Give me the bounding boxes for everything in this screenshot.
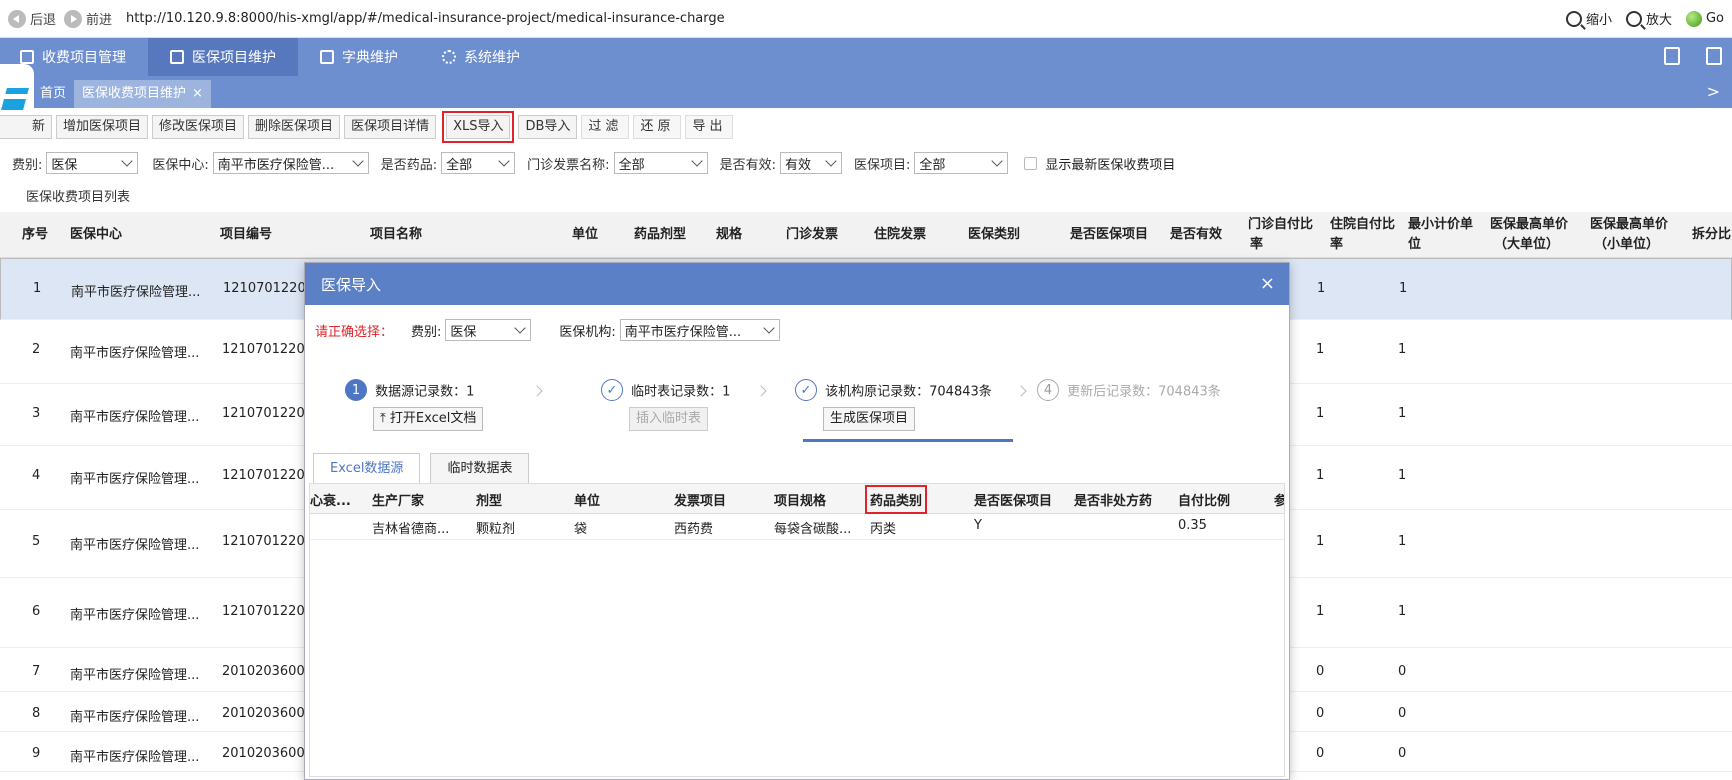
zoom-out-button[interactable]: 缩小 [1565,9,1612,28]
address-bar[interactable]: http://10.120.9.8:8000/his-xmgl/app/#/me… [126,11,725,26]
dialog-title: 医保导入 [321,275,382,294]
menu-system[interactable]: 系统维护 [420,38,542,76]
tab-excel-source[interactable]: Excel数据源 [313,453,421,483]
tab-temp-table[interactable]: 临时数据表 [430,453,530,483]
chevron-down-icon [825,155,837,167]
step-separator-icon [1015,385,1027,397]
edit-insurance-item-button[interactable]: 修改医保项目 [152,115,245,139]
grid-header: 序号 医保中心 项目编号 项目名称 单位 药品剂型 规格 门诊发票 住院发票 医… [0,212,1732,258]
browser-toolbar: 后退 前进 http://10.120.9.8:8000/his-xmgl/ap… [0,0,1732,38]
tab-insurance-charge[interactable]: 医保收费项目维护 × [74,80,211,108]
app-menu-bar: 收费项目管理 医保项目维护 字典维护 系统维护 [0,38,1732,76]
chevron-down-icon [763,322,775,334]
chevron-down-icon [991,155,1004,167]
zoom-in-button[interactable]: 放大 [1625,9,1672,28]
is-valid-select[interactable]: 有效 [779,152,842,174]
fee-type-select[interactable]: 医保 [46,152,139,174]
is-drug-select[interactable]: 全部 [441,152,516,174]
open-excel-button[interactable]: ⤒ 打开Excel文档 [373,407,484,431]
db-import-button[interactable]: DB导入 [518,115,578,139]
back-button[interactable]: 后退 [8,9,56,28]
add-insurance-item-button[interactable]: 增加医保项目 [56,115,149,139]
chevron-down-icon [690,155,703,167]
chevron-down-icon [514,322,527,334]
chevron-right-icon[interactable]: > [1707,82,1720,101]
dialog-options: 请正确选择： 费别: 医保 医保机构: 南平市医疗保险管... [315,319,780,341]
notepad-icon[interactable] [1664,47,1680,65]
insurance-project-select[interactable]: 全部 [914,152,1009,174]
settings-icon[interactable] [1706,47,1722,65]
gear-icon [442,50,456,64]
step-number: 1 [345,379,367,401]
list-title: 医保收费项目列表 [26,190,131,205]
forward-button[interactable]: 前进 [64,9,112,28]
forward-arrow-icon [64,9,83,28]
close-icon[interactable]: × [1260,273,1275,294]
step-2: ✓ 临时表记录数：1 插入临时表 [601,379,730,431]
restore-button[interactable]: 还原 [633,115,682,139]
check-icon: ✓ [795,379,817,401]
book-icon [320,50,334,64]
excel-data-grid: 心衰... 生产厂家 剂型 单位 发票项目 项目规格 药品类别 是否医保项目 是… [309,483,1285,777]
insurance-import-dialog: 医保导入 × 请正确选择： 费别: 医保 医保机构: 南平市医疗保险管... 1… [304,262,1290,780]
step-1: 1 数据源记录数：1 ⤒ 打开Excel文档 [345,379,484,431]
dialog-org-select[interactable]: 南平市医疗保险管... [619,319,780,341]
chevron-down-icon [121,155,134,167]
xls-import-button[interactable]: XLS导入 [442,111,515,143]
chevron-down-icon [498,155,510,167]
step-number: 4 [1037,379,1059,401]
filter-bar: 费别: 医保 医保中心: 南平市医疗保险管... 是否药品: 全部 门诊发票名称… [0,150,1732,176]
grid-icon [170,50,184,64]
invoice-name-select[interactable]: 全部 [613,152,708,174]
step-progress-indicator [803,439,1013,442]
close-icon[interactable]: × [192,80,203,108]
back-arrow-icon [8,9,26,28]
insurance-center-select[interactable]: 南平市医疗保险管... [212,152,369,174]
warning-label: 请正确选择： [315,324,394,340]
zoom-out-icon [1565,10,1582,27]
step-separator-icon [531,385,543,397]
step-separator-icon [755,385,767,397]
table-row[interactable]: 吉林省德商... 颗粒剂 袋 西药费 每袋含碳酸... 丙类 Y 0.35 [310,514,1284,540]
go-icon [1685,10,1702,27]
show-latest-checkbox[interactable] [1024,156,1038,170]
delete-insurance-item-button[interactable]: 删除医保项目 [248,115,341,139]
generate-insurance-items-button[interactable]: 生成医保项目 [823,407,916,431]
export-button[interactable]: 导出 [685,115,734,139]
go-button[interactable]: Go [1685,10,1724,27]
tab-bar: 首页 医保收费项目维护 × > [0,76,1732,108]
insurance-item-detail-button[interactable]: 医保项目详情 [344,115,437,139]
monitor-icon [20,50,34,64]
step-3: ✓ 该机构原记录数：704843条 生成医保项目 [795,379,992,431]
zoom-in-icon [1625,10,1642,27]
menu-dictionary[interactable]: 字典维护 [298,38,420,76]
menu-insurance-items[interactable]: 医保项目维护 [148,38,298,76]
show-latest-label: 显示最新医保收费项目 [1045,157,1176,173]
upload-icon: ⤒ [380,411,390,426]
app-logo [0,64,34,116]
excel-grid-header: 心衰... 生产厂家 剂型 单位 发票项目 项目规格 药品类别 是否医保项目 是… [310,484,1284,514]
insert-temp-table-button[interactable]: 插入临时表 [629,407,709,431]
chevron-down-icon [352,155,364,167]
filter-button[interactable]: 过滤 [581,115,630,139]
action-toolbar: 新 增加医保项目 修改医保项目 删除医保项目 医保项目详情 XLS导入 DB导入… [0,111,1732,143]
dialog-header: 医保导入 × [305,263,1289,305]
check-icon: ✓ [601,379,623,401]
dialog-fee-type-select[interactable]: 医保 [445,319,532,341]
step-4: 4 更新后记录数：704843条 [1037,379,1221,401]
drug-category-header: 药品类别 [864,485,928,514]
dialog-tabs: Excel数据源 临时数据表 [313,453,530,483]
refresh-button[interactable]: 新 [0,115,53,139]
